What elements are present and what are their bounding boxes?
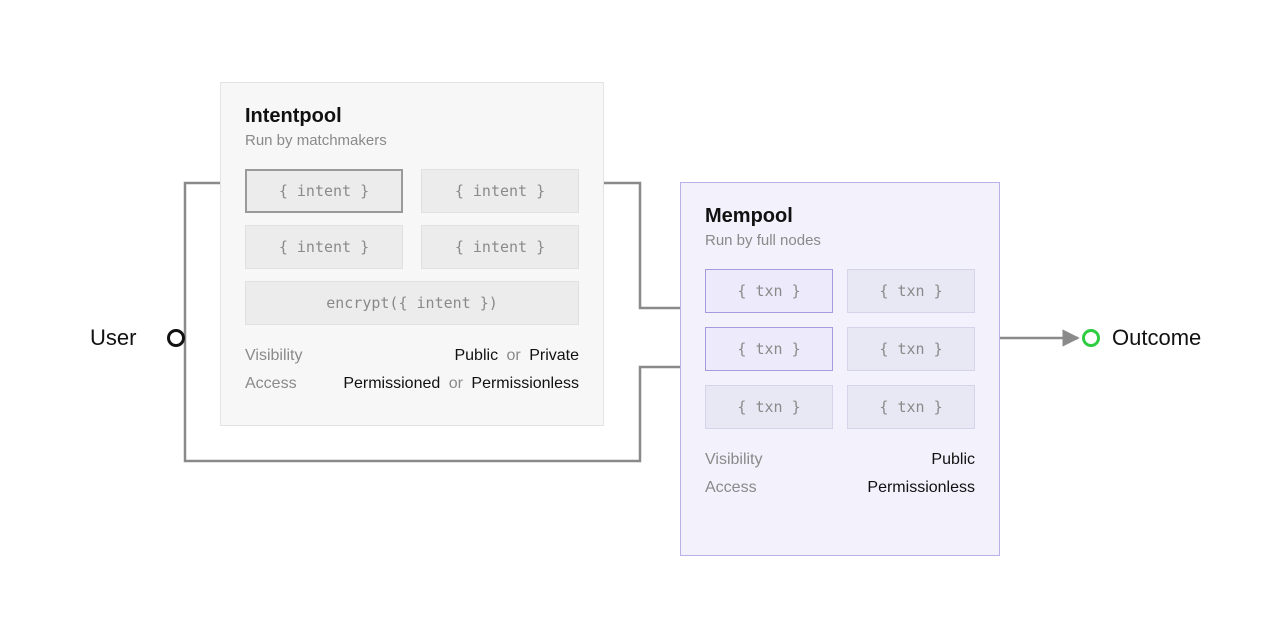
meta-key: Visibility [705,451,763,469]
intentpool-title: Intentpool [245,105,579,128]
meta-val-or: or [507,347,521,364]
txn-chip: { txn } [705,327,833,371]
intent-chip: { intent } [245,169,403,213]
intentpool-access-row: Access Permissioned or Permissionless [245,375,579,393]
txn-chip: { txn } [847,269,975,313]
meta-val-a: Permissioned [343,375,440,392]
meta-key: Visibility [245,347,303,365]
intentpool-subtitle: Run by matchmakers [245,132,579,149]
intentpool-visibility-row: Visibility Public or Private [245,347,579,365]
mempool-meta: Visibility Public Access Permissionless [705,451,975,497]
mempool-subtitle: Run by full nodes [705,232,975,249]
meta-key: Access [705,479,757,497]
user-label: User [90,325,136,351]
meta-val-b: Permissionless [471,375,579,392]
mempool-title: Mempool [705,205,975,228]
connector-wires [0,0,1265,633]
intentpool-meta: Visibility Public or Private Access Perm… [245,347,579,393]
txn-chip: { txn } [847,385,975,429]
meta-key: Access [245,375,297,393]
mempool-access-row: Access Permissionless [705,479,975,497]
txn-chip: { txn } [705,269,833,313]
meta-val-or: or [449,375,463,392]
intent-chip-encrypted: encrypt({ intent }) [245,281,579,325]
outcome-node [1082,329,1100,347]
meta-val-a: Public [454,347,498,364]
txn-grid: { txn } { txn } { txn } { txn } { txn } … [705,269,975,429]
meta-val: Public or Private [454,347,579,365]
user-node [167,329,185,347]
meta-val: Permissioned or Permissionless [343,375,579,393]
meta-val: Permissionless [867,479,975,497]
diagram-stage: User Outcome Intentpool Run by matchmake… [0,0,1265,633]
mempool-visibility-row: Visibility Public [705,451,975,469]
intent-chip: { intent } [245,225,403,269]
intent-grid: { intent } { intent } { intent } { inten… [245,169,579,325]
outcome-label: Outcome [1112,325,1201,351]
meta-val: Public [931,451,975,469]
meta-val-b: Private [529,347,579,364]
mempool-panel: Mempool Run by full nodes { txn } { txn … [680,182,1000,556]
intent-chip: { intent } [421,169,579,213]
intentpool-panel: Intentpool Run by matchmakers { intent }… [220,82,604,426]
intent-chip: { intent } [421,225,579,269]
txn-chip: { txn } [847,327,975,371]
txn-chip: { txn } [705,385,833,429]
